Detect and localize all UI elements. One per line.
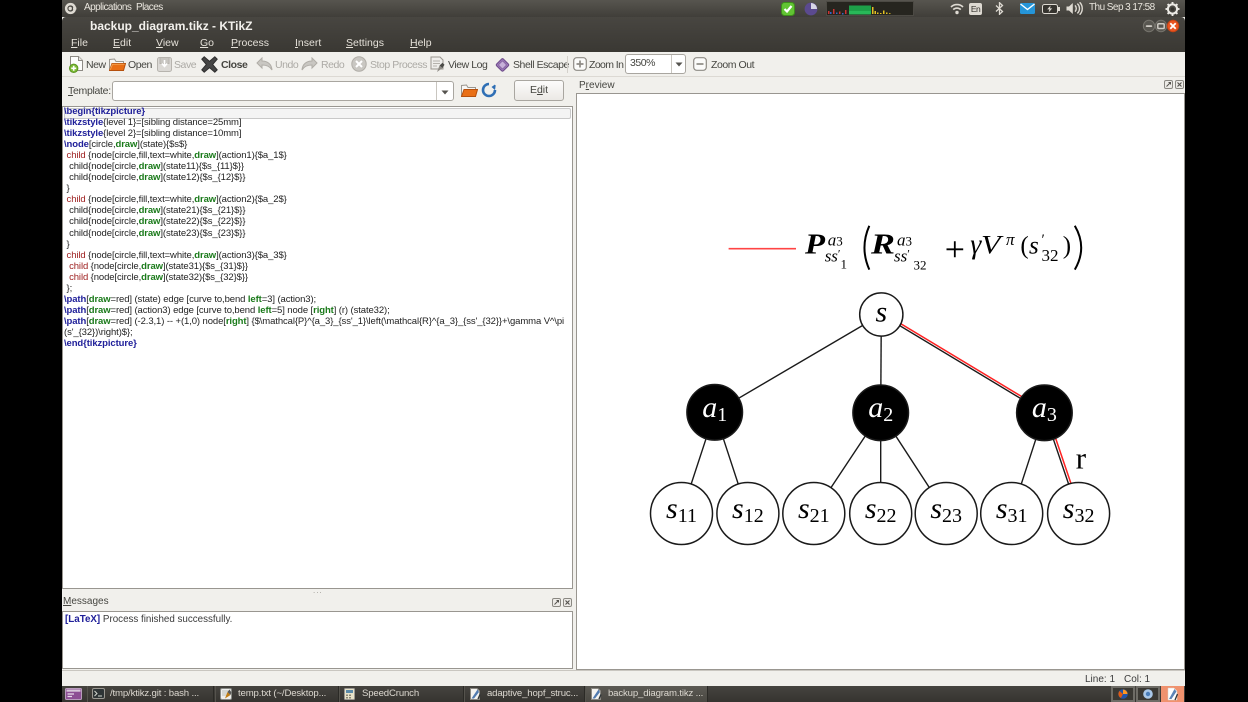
svg-text:P: P [804, 230, 826, 261]
svg-text:): ) [1063, 233, 1071, 260]
svg-text:s: s [1029, 233, 1039, 260]
svg-text:(: ( [1020, 233, 1028, 260]
svg-text:ss′: ss′ [894, 247, 910, 266]
svg-text:R: R [870, 230, 895, 261]
svg-text:r: r [1076, 440, 1087, 475]
svg-text:π: π [1006, 230, 1015, 249]
svg-text:s: s [875, 295, 887, 328]
svg-text:ss′1: ss′1 [825, 247, 847, 272]
svg-text:V: V [981, 231, 1004, 260]
svg-text:32: 32 [914, 258, 927, 273]
svg-text:32: 32 [1042, 246, 1059, 265]
